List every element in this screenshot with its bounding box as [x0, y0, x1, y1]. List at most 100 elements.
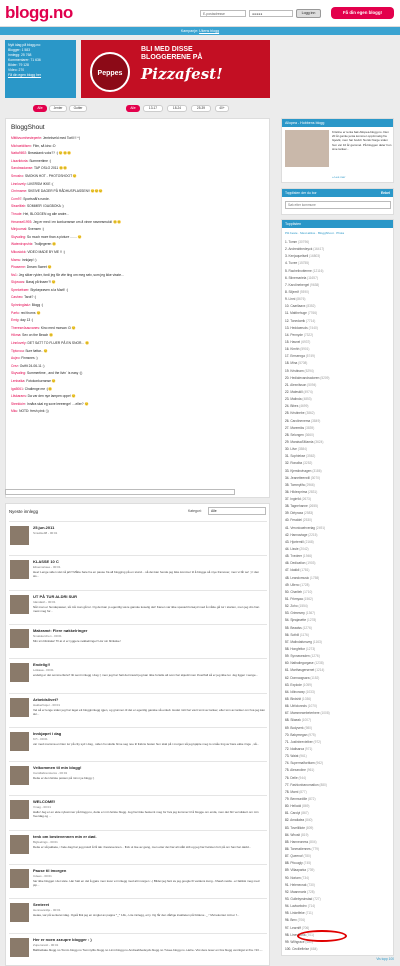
- shout-user-link[interactable]: Mikuslokk: [11, 250, 25, 254]
- toplist-blog-link[interactable]: Emsenrga: [290, 354, 305, 358]
- shout-text[interactable]: : TAP OSLO 2011 🙂🙂: [32, 166, 67, 170]
- toplist-blog-link[interactable]: Idalisarca: [290, 747, 304, 751]
- shout-text[interactable]: : Innåra skal eg sove leeeenge! ....elle…: [25, 402, 89, 406]
- toplist-blog-link[interactable]: Lavkarbohv: [290, 904, 306, 908]
- toplist-blog-link[interactable]: Leandcmusic: [290, 576, 309, 580]
- toplist-blog-link[interactable]: Wilhgrace: [290, 940, 304, 944]
- shout-user-link[interactable]: Minjournal: [11, 227, 26, 231]
- toplist-blog-link[interactable]: Delle: [290, 776, 297, 780]
- toplist-blog-link[interactable]: Idlinorway: [290, 690, 304, 694]
- toplist-blog-link[interactable]: Alexaroline: [290, 768, 306, 772]
- shout-user-link[interactable]: Sissellfah: [11, 204, 25, 208]
- shout-text[interactable]: : Sure føttar.. 🙂: [24, 349, 48, 353]
- toplist-blog-link[interactable]: Mammewebeterhere: [290, 711, 319, 715]
- tab-all-gender[interactable]: Alle: [33, 105, 47, 112]
- shout-user-link[interactable]: Skyvaling: [11, 235, 25, 239]
- post-title[interactable]: UT PÅ TUR ALDRI SUR: [33, 594, 77, 599]
- toplist-blog-link[interactable]: Hasnel: [290, 340, 300, 344]
- shout-text[interactable]: : red thorns 🙂: [19, 311, 41, 315]
- toplist-blog-link[interactable]: Kristinebe: [290, 411, 304, 415]
- toplist-blog-link[interactable]: Veronicaehverlag: [290, 526, 315, 530]
- shout-user-link[interactable]: Mamu: [11, 258, 20, 262]
- tab-age-25-39[interactable]: 25-39: [191, 105, 211, 112]
- post-author[interactable]: K7t - 00:01: [33, 737, 48, 741]
- tab-all-age[interactable]: Alle: [126, 105, 140, 112]
- shout-text[interactable]: : Fotokonkurranse 🙂: [24, 379, 56, 383]
- shout-user-link[interactable]: Crez: [11, 364, 18, 368]
- shout-text[interactable]: : Jeg sliker rykter, fordi jeg får vite …: [17, 273, 124, 277]
- post-title[interactable]: WELCOME!: [33, 799, 55, 804]
- toplist-blog-link[interactable]: Malindafursveg: [290, 640, 312, 644]
- shout-text[interactable]: : Hei, BLOGGEN og alle andre...: [21, 212, 69, 216]
- featured-blog-photo[interactable]: [285, 130, 329, 167]
- shout-text[interactable]: : Challenge me :)🙂: [23, 387, 52, 391]
- toplist-blog-link[interactable]: Malinda: [290, 397, 301, 401]
- shout-user-link[interactable]: Thrude: [11, 212, 21, 216]
- get-blog-link[interactable]: Få din egen blogg her: [8, 73, 41, 77]
- toplist-blog-link[interactable]: Alexnilsson: [290, 383, 306, 387]
- post-thumbnail[interactable]: [10, 628, 29, 648]
- post-author[interactable]: Cdees - 00:01: [33, 874, 52, 878]
- toplist-blog-link[interactable]: Tovellillote: [290, 826, 305, 830]
- tab-age-13-17[interactable]: 13-17: [143, 105, 163, 112]
- post-title[interactable]: Innkjøpet i dag: [33, 731, 61, 736]
- post-thumbnail[interactable]: [10, 937, 29, 957]
- toplist-blog-link[interactable]: Lilve: [290, 447, 297, 451]
- toplist-blog-link[interactable]: Synnavesden: [290, 654, 309, 658]
- toplist-blog-link[interactable]: Linkelfeke: [290, 911, 304, 915]
- post-author[interactable]: Vmag - 00:01: [33, 805, 51, 809]
- shout-text[interactable]: : Bassj på tissen?! 🙂: [24, 280, 56, 284]
- blogg-logo[interactable]: blogg.no: [5, 3, 73, 23]
- post-title[interactable]: Her er noen zzzupre blogger : ): [33, 937, 92, 942]
- read-more-link[interactable]: » Les mer: [332, 175, 345, 179]
- email-field[interactable]: E-postadresse: [200, 10, 246, 17]
- toplist-blog-link[interactable]: Kjerstinvhagen: [290, 469, 311, 473]
- toplist-blog-link[interactable]: Hjortemill: [290, 540, 303, 544]
- shout-text[interactable]: : LIKERSM IKKE :(: [26, 182, 54, 186]
- shout-text[interactable]: : Jentekveld med Torill !! ^): [41, 136, 80, 140]
- shout-user-link[interactable]: Sandrasdanse: [11, 166, 32, 170]
- toplist-blog-link[interactable]: Marnl: [290, 790, 298, 794]
- toplist-blog-link[interactable]: Tonedarrik: [290, 319, 305, 323]
- post-title[interactable]: Endelig!!: [33, 662, 50, 667]
- toplist-blog-link[interactable]: Linni: [289, 297, 296, 301]
- shout-text[interactable]: : Breaskank voks?? :) 🙂🙂🙂: [26, 151, 71, 155]
- post-thumbnail[interactable]: [10, 731, 29, 751]
- post-title[interactable]: Velkommen til min blogg!: [33, 765, 81, 770]
- shout-text[interactable]: : Outfit 24-06-11 :): [18, 364, 45, 368]
- campaign-link[interactable]: Ukens blogg: [199, 29, 219, 33]
- shout-user-link[interactable]: Iga5061: [11, 387, 23, 391]
- toplist-blog-link[interactable]: Maleskill: [290, 390, 302, 394]
- post-title[interactable]: 25.jun.2011: [33, 525, 54, 530]
- shout-text[interactable]: : Svensen :): [26, 227, 44, 231]
- post-thumbnail[interactable]: [10, 663, 29, 683]
- toplist-blog-link[interactable]: Mina: [290, 361, 297, 365]
- toplist-blog-link[interactable]: Heddaeruds: [290, 326, 307, 330]
- post-author[interactable]: Hakkerfusjer - 00:01: [33, 703, 60, 707]
- toplist-blog-link[interactable]: Tommylifa: [290, 483, 304, 487]
- post-thumbnail[interactable]: [10, 526, 29, 545]
- post-author[interactable]: Idandash - 00:01: [33, 600, 56, 604]
- shout-user-link[interactable]: Natta9692: [11, 151, 26, 155]
- shout-user-link[interactable]: Therese4sauvanes: [11, 326, 39, 330]
- post-author[interactable]: Smukke98 - 00:01: [33, 531, 57, 535]
- shout-input[interactable]: [5, 489, 235, 495]
- toplist-blog-link[interactable]: Lissie: [290, 547, 298, 551]
- shout-text[interactable]: : Blogg :): [30, 303, 43, 307]
- post-author[interactable]: Bigfeelings - 00:01: [33, 840, 58, 844]
- shout-user-link[interactable]: Hikma: [11, 333, 20, 337]
- post-thumbnail[interactable]: [10, 594, 29, 614]
- toplist-blog-link[interactable]: Maanmartz: [290, 890, 306, 894]
- toplist-blog-link[interactable]: Caarllaaxx: [290, 304, 305, 308]
- password-field[interactable]: ●●●●●: [249, 10, 293, 17]
- toplist-blog-link[interactable]: Pfouugly: [290, 861, 302, 865]
- post-author[interactable]: Elisemariaee - 00:01: [33, 565, 61, 569]
- toplist-blog-link[interactable]: Villaaparka: [290, 868, 306, 872]
- post-thumbnail[interactable]: [10, 766, 29, 786]
- shout-text[interactable]: : Dream Sweet 🙂: [25, 265, 52, 269]
- toplist-blog-link[interactable]: Hildexprima: [290, 490, 307, 494]
- toplist-blog-link[interactable]: Supermalforblam: [290, 761, 314, 765]
- post-author[interactable]: Hennavanilje - 00:01: [33, 908, 61, 912]
- toplist-blog-link[interactable]: Sjeajasette: [290, 618, 306, 622]
- toplist-blog-link[interactable]: Rachelinotterme: [289, 269, 312, 273]
